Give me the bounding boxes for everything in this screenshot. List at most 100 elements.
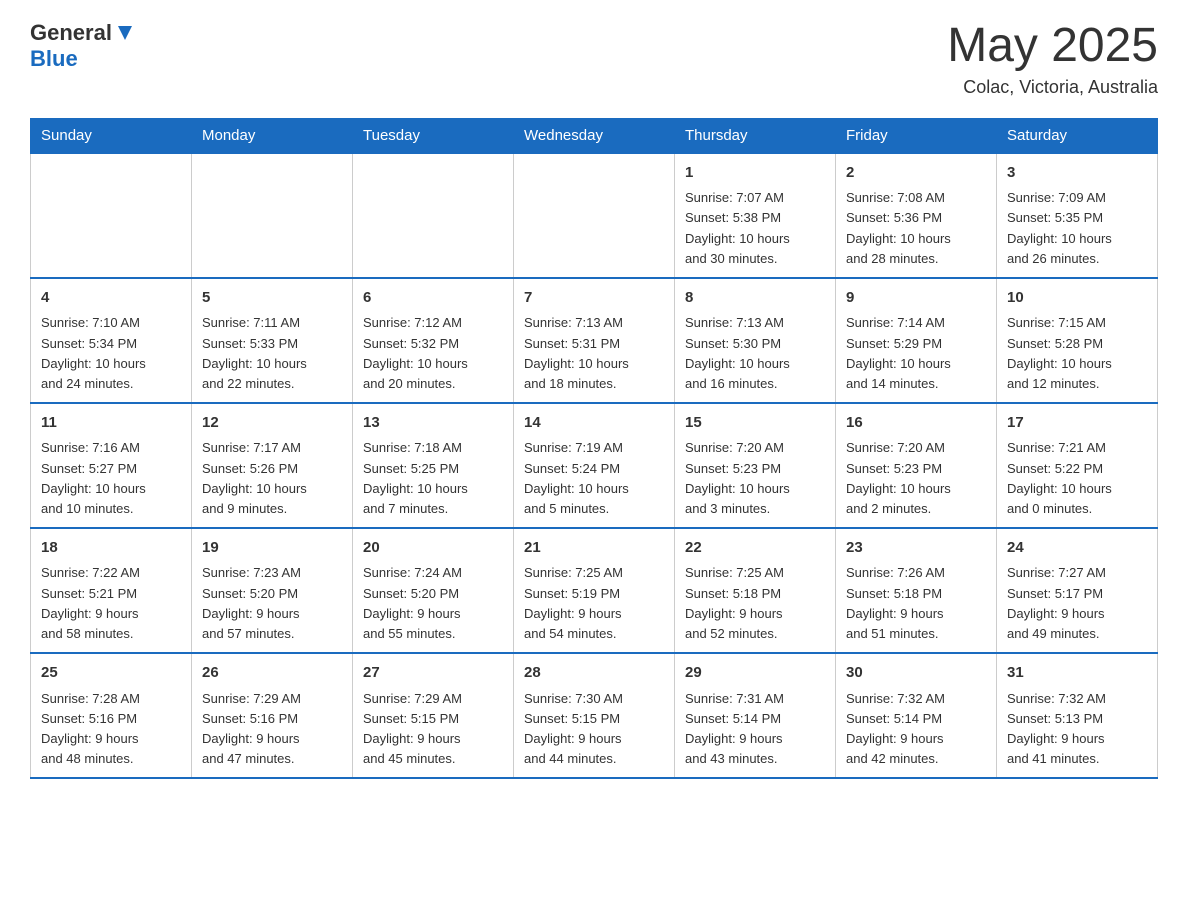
day-number: 16 — [846, 412, 986, 435]
calendar-cell: 15 Sunrise: 7:20 AMSunset: 5:23 PMDayligh… — [675, 403, 836, 528]
title-section: May 2025 Colac, Victoria, Australia — [947, 20, 1158, 98]
week-row-5: 25Sunrise: 7:28 AMSunset: 5:16 PMDayligh… — [31, 653, 1158, 778]
calendar-cell: 18Sunrise: 7:22 AMSunset: 5:21 PMDayligh… — [31, 528, 192, 653]
calendar-cell: 7 Sunrise: 7:13 AMSunset: 5:31 PMDaylight… — [514, 278, 675, 403]
day-info: Sunrise: 7:13 AMSunset: 5:31 PMDaylight:… — [524, 315, 629, 390]
day-info: Sunrise: 7:25 AMSunset: 5:18 PMDaylight:… — [685, 565, 784, 640]
day-number: 23 — [846, 537, 986, 560]
day-number: 11 — [41, 412, 181, 435]
day-info: Sunrise: 7:29 AMSunset: 5:16 PMDaylight:… — [202, 691, 301, 766]
day-info: Sunrise: 7:09 AMSunset: 5:35 PMDaylight:… — [1007, 190, 1112, 265]
day-info: Sunrise: 7:26 AMSunset: 5:18 PMDaylight:… — [846, 565, 945, 640]
logo-blue-text: Blue — [30, 46, 78, 71]
calendar-cell: 30Sunrise: 7:32 AMSunset: 5:14 PMDayligh… — [836, 653, 997, 778]
day-info: Sunrise: 7:31 AMSunset: 5:14 PMDaylight:… — [685, 691, 784, 766]
calendar-cell — [31, 153, 192, 278]
day-number: 13 — [363, 412, 503, 435]
calendar-cell: 5Sunrise: 7:11 AMSunset: 5:33 PMDaylight… — [192, 278, 353, 403]
day-info: Sunrise: 7:08 AMSunset: 5:36 PMDaylight:… — [846, 190, 951, 265]
day-number: 19 — [202, 537, 342, 560]
calendar-cell: 23 Sunrise: 7:26 AMSunset: 5:18 PMDayligh… — [836, 528, 997, 653]
day-info: Sunrise: 7:13 AMSunset: 5:30 PMDaylight:… — [685, 315, 790, 390]
day-number: 30 — [846, 662, 986, 685]
day-number: 25 — [41, 662, 181, 685]
day-info: Sunrise: 7:23 AMSunset: 5:20 PMDaylight:… — [202, 565, 301, 640]
calendar-cell: 29 Sunrise: 7:31 AMSunset: 5:14 PMDayligh… — [675, 653, 836, 778]
calendar-cell: 17Sunrise: 7:21 AMSunset: 5:22 PMDayligh… — [997, 403, 1158, 528]
day-info: Sunrise: 7:07 AMSunset: 5:38 PMDaylight:… — [685, 190, 790, 265]
logo-general-text: General — [30, 20, 112, 46]
day-number: 27 — [363, 662, 503, 685]
day-info: Sunrise: 7:29 AMSunset: 5:15 PMDaylight:… — [363, 691, 462, 766]
calendar-body: 1 Sunrise: 7:07 AMSunset: 5:38 PMDaylight… — [31, 153, 1158, 778]
calendar-table: SundayMondayTuesdayWednesdayThursdayFrid… — [30, 118, 1158, 779]
calendar-cell: 24Sunrise: 7:27 AMSunset: 5:17 PMDayligh… — [997, 528, 1158, 653]
day-number: 5 — [202, 287, 342, 310]
calendar-cell: 16 Sunrise: 7:20 AMSunset: 5:23 PMDayligh… — [836, 403, 997, 528]
day-info: Sunrise: 7:20 AMSunset: 5:23 PMDaylight:… — [846, 440, 951, 515]
header-cell-friday: Friday — [836, 118, 997, 153]
calendar-cell — [514, 153, 675, 278]
day-number: 4 — [41, 287, 181, 310]
day-number: 29 — [685, 662, 825, 685]
day-number: 6 — [363, 287, 503, 310]
day-number: 31 — [1007, 662, 1147, 685]
calendar-cell: 25Sunrise: 7:28 AMSunset: 5:16 PMDayligh… — [31, 653, 192, 778]
header-cell-sunday: Sunday — [31, 118, 192, 153]
calendar-cell: 4 Sunrise: 7:10 AMSunset: 5:34 PMDaylight… — [31, 278, 192, 403]
calendar-cell: 31 Sunrise: 7:32 AMSunset: 5:13 PMDayligh… — [997, 653, 1158, 778]
logo-triangle-icon — [114, 22, 136, 44]
day-info: Sunrise: 7:14 AMSunset: 5:29 PMDaylight:… — [846, 315, 951, 390]
day-info: Sunrise: 7:15 AMSunset: 5:28 PMDaylight:… — [1007, 315, 1112, 390]
day-info: Sunrise: 7:10 AMSunset: 5:34 PMDaylight:… — [41, 315, 146, 390]
day-number: 10 — [1007, 287, 1147, 310]
day-info: Sunrise: 7:30 AMSunset: 5:15 PMDaylight:… — [524, 691, 623, 766]
calendar-cell: 10 Sunrise: 7:15 AMSunset: 5:28 PMDayligh… — [997, 278, 1158, 403]
header-cell-monday: Monday — [192, 118, 353, 153]
day-number: 7 — [524, 287, 664, 310]
day-number: 8 — [685, 287, 825, 310]
day-number: 3 — [1007, 162, 1147, 185]
day-info: Sunrise: 7:19 AMSunset: 5:24 PMDaylight:… — [524, 440, 629, 515]
calendar-cell: 6 Sunrise: 7:12 AMSunset: 5:32 PMDaylight… — [353, 278, 514, 403]
calendar-cell: 26 Sunrise: 7:29 AMSunset: 5:16 PMDayligh… — [192, 653, 353, 778]
calendar-cell: 28 Sunrise: 7:30 AMSunset: 5:15 PMDayligh… — [514, 653, 675, 778]
day-number: 15 — [685, 412, 825, 435]
day-number: 28 — [524, 662, 664, 685]
day-number: 24 — [1007, 537, 1147, 560]
day-number: 21 — [524, 537, 664, 560]
calendar-cell: 22Sunrise: 7:25 AMSunset: 5:18 PMDayligh… — [675, 528, 836, 653]
calendar-cell: 12Sunrise: 7:17 AMSunset: 5:26 PMDayligh… — [192, 403, 353, 528]
day-info: Sunrise: 7:12 AMSunset: 5:32 PMDaylight:… — [363, 315, 468, 390]
day-info: Sunrise: 7:25 AMSunset: 5:19 PMDaylight:… — [524, 565, 623, 640]
week-row-4: 18Sunrise: 7:22 AMSunset: 5:21 PMDayligh… — [31, 528, 1158, 653]
page-header: General Blue May 2025 Colac, Victoria, A… — [30, 20, 1158, 98]
calendar-cell: 14 Sunrise: 7:19 AMSunset: 5:24 PMDayligh… — [514, 403, 675, 528]
calendar-cell: 19 Sunrise: 7:23 AMSunset: 5:20 PMDayligh… — [192, 528, 353, 653]
calendar-cell: 2Sunrise: 7:08 AMSunset: 5:36 PMDaylight… — [836, 153, 997, 278]
week-row-1: 1 Sunrise: 7:07 AMSunset: 5:38 PMDaylight… — [31, 153, 1158, 278]
day-number: 17 — [1007, 412, 1147, 435]
logo: General Blue — [30, 20, 136, 72]
day-info: Sunrise: 7:24 AMSunset: 5:20 PMDaylight:… — [363, 565, 462, 640]
day-number: 12 — [202, 412, 342, 435]
day-info: Sunrise: 7:32 AMSunset: 5:13 PMDaylight:… — [1007, 691, 1106, 766]
day-number: 20 — [363, 537, 503, 560]
day-number: 14 — [524, 412, 664, 435]
calendar-cell: 20 Sunrise: 7:24 AMSunset: 5:20 PMDayligh… — [353, 528, 514, 653]
calendar-cell: 3 Sunrise: 7:09 AMSunset: 5:35 PMDaylight… — [997, 153, 1158, 278]
day-number: 1 — [685, 162, 825, 185]
calendar-cell: 9 Sunrise: 7:14 AMSunset: 5:29 PMDaylight… — [836, 278, 997, 403]
calendar-cell — [192, 153, 353, 278]
calendar-cell: 1 Sunrise: 7:07 AMSunset: 5:38 PMDaylight… — [675, 153, 836, 278]
day-info: Sunrise: 7:20 AMSunset: 5:23 PMDaylight:… — [685, 440, 790, 515]
calendar-cell: 27 Sunrise: 7:29 AMSunset: 5:15 PMDayligh… — [353, 653, 514, 778]
day-info: Sunrise: 7:16 AMSunset: 5:27 PMDaylight:… — [41, 440, 146, 515]
calendar-cell: 13Sunrise: 7:18 AMSunset: 5:25 PMDayligh… — [353, 403, 514, 528]
week-row-3: 11 Sunrise: 7:16 AMSunset: 5:27 PMDayligh… — [31, 403, 1158, 528]
calendar-cell: 21 Sunrise: 7:25 AMSunset: 5:19 PMDayligh… — [514, 528, 675, 653]
day-number: 9 — [846, 287, 986, 310]
day-number: 26 — [202, 662, 342, 685]
header-cell-wednesday: Wednesday — [514, 118, 675, 153]
location-subtitle: Colac, Victoria, Australia — [947, 77, 1158, 98]
